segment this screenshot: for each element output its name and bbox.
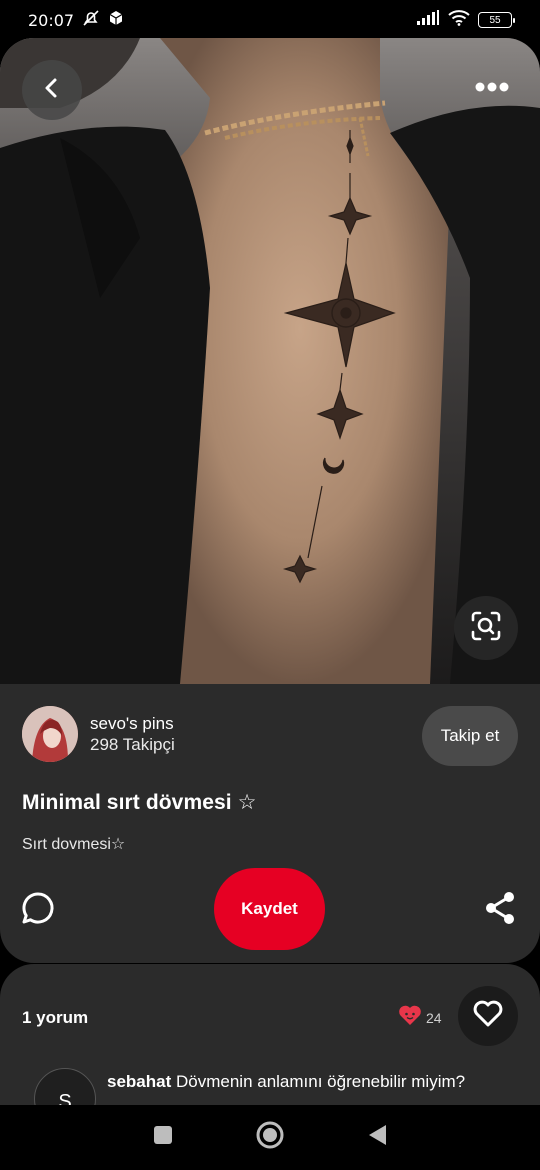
pin-description: Sırt dovmesi☆ [22,836,126,853]
comments-section: 1 yorum 24 S sebahat Dövmenin anlamını ö… [0,964,540,1114]
wifi-icon [448,9,470,31]
creator-name[interactable]: sevo's pins [90,713,175,734]
visual-search-button[interactable] [454,596,518,660]
comment-item: sebahat Dövmenin anlamını öğrenebilir mi… [107,1072,465,1092]
circle-icon [255,1120,285,1155]
comment-text: Dövmenin anlamını öğrenebilir miyim? [175,1072,466,1091]
pin-photo-illustration [0,38,540,684]
creator-avatar[interactable] [22,706,78,762]
home-button[interactable] [250,1118,290,1158]
heart-face-icon [398,1004,422,1031]
system-nav-bar [0,1105,540,1170]
back-nav-button[interactable] [357,1118,397,1158]
status-time: 20:07 [28,10,75,30]
save-button[interactable]: Kaydet [214,868,325,950]
status-bar: 20:07 55 [0,0,540,40]
reaction-summary[interactable]: 24 [398,1004,442,1031]
pin-title: Minimal sırt dövmesi ☆ [22,791,257,814]
chevron-left-icon [41,77,63,104]
package-icon [108,10,124,31]
pin-card: sevo's pins 298 Takipçi Takip et Minimal… [0,38,540,963]
more-horizontal-icon [474,80,510,98]
speech-bubble-icon [20,892,56,930]
follow-button[interactable]: Takip et [422,706,518,766]
creator-row[interactable]: sevo's pins 298 Takipçi [22,706,175,762]
comment-button[interactable] [20,890,56,926]
visual-search-icon [470,610,502,647]
share-icon [482,892,518,930]
battery-indicator: 55 [478,12,515,28]
comment-author[interactable]: sebahat [107,1072,171,1091]
creator-followers: 298 Takipçi [90,735,175,754]
pin-image[interactable] [0,38,540,684]
like-button[interactable] [458,986,518,1046]
share-button[interactable] [482,890,518,926]
triangle-back-icon [366,1123,388,1152]
signal-icon [416,9,440,31]
heart-outline-icon [472,1000,504,1033]
back-button[interactable] [22,60,82,120]
comment-count[interactable]: 1 yorum [22,1008,88,1028]
square-icon [152,1124,174,1151]
reaction-count: 24 [426,1009,442,1026]
more-options-button[interactable] [472,74,512,104]
bell-off-icon [82,9,100,32]
recents-button[interactable] [143,1118,183,1158]
